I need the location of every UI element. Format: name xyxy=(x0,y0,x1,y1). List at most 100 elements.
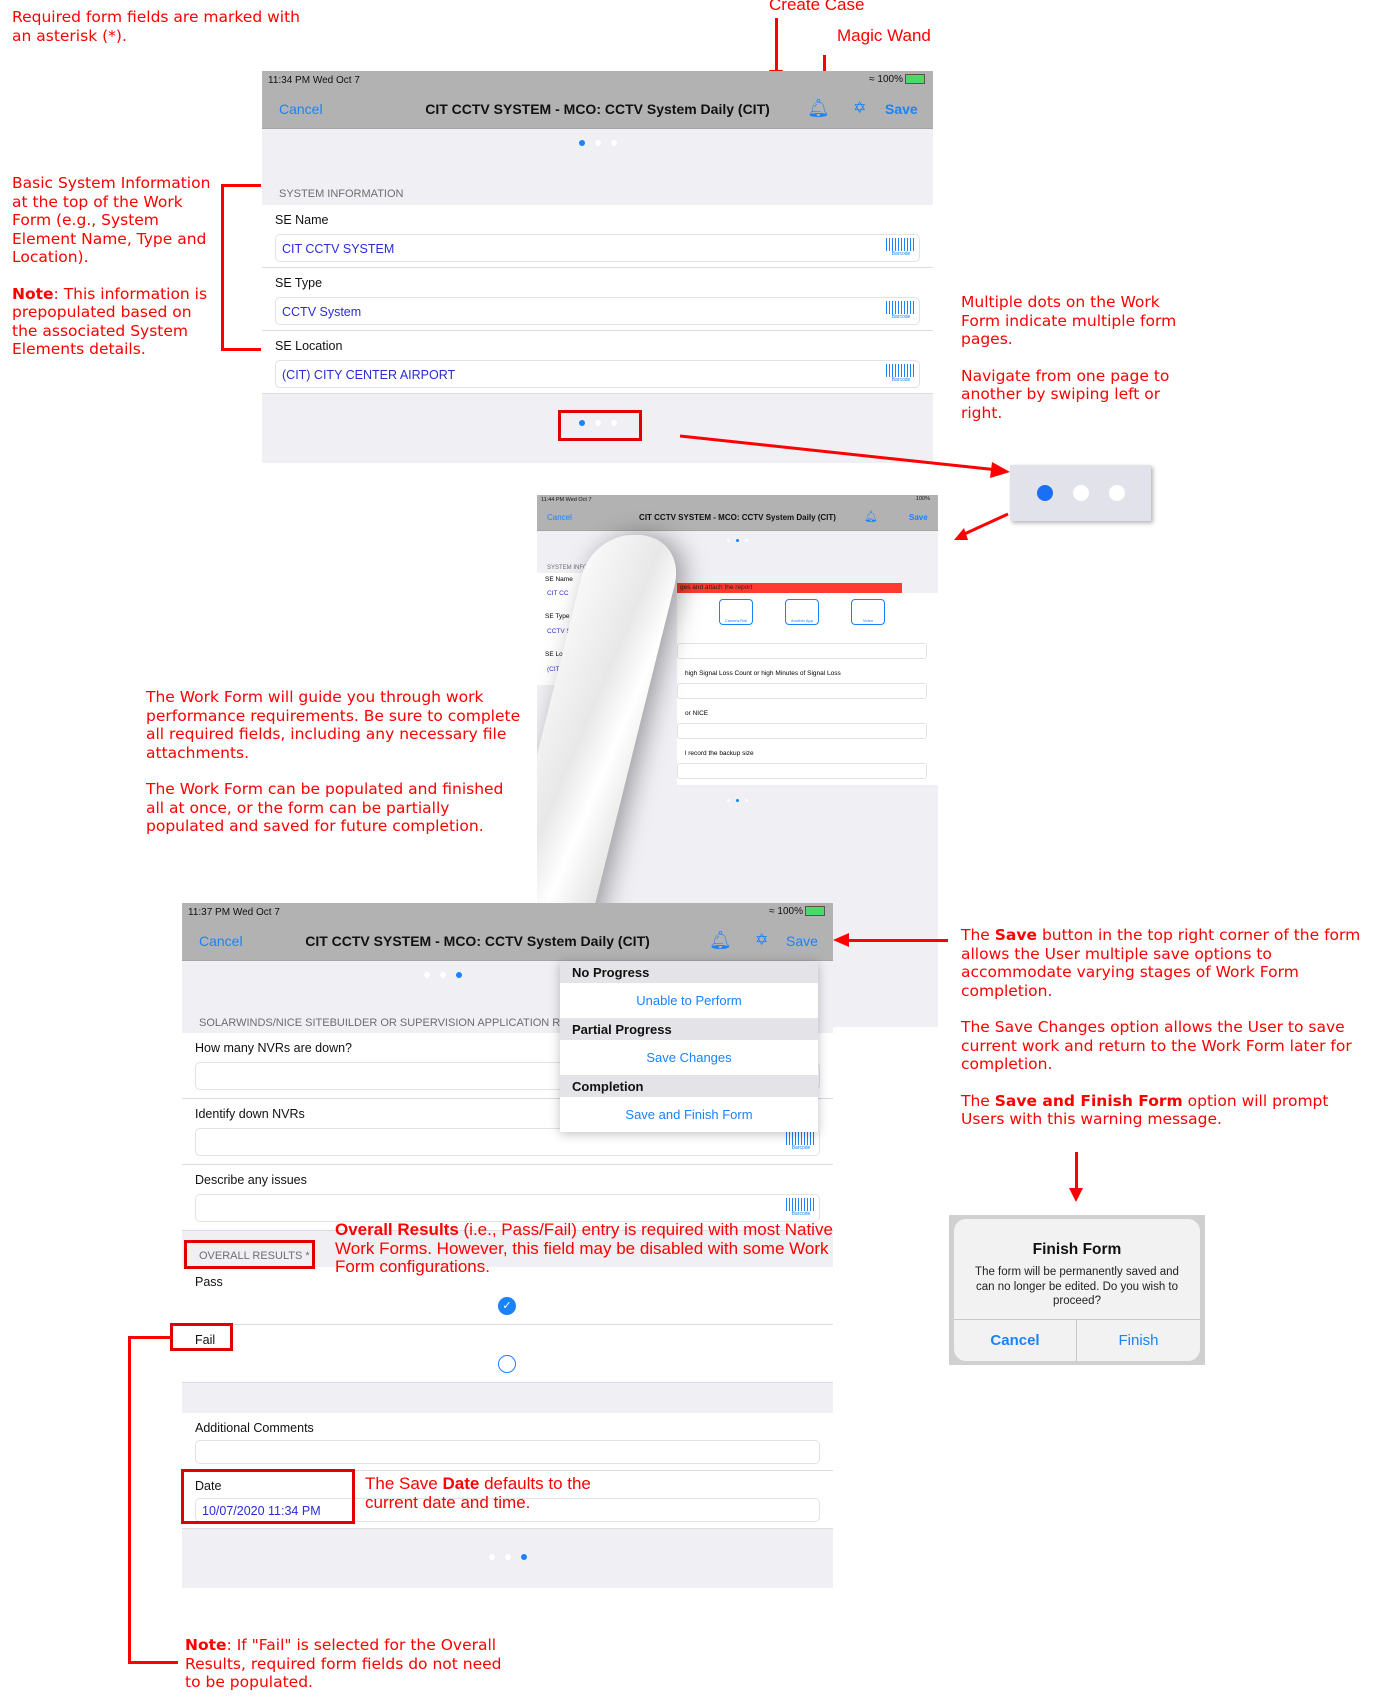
date-annotation: The Save Date defaults to the current da… xyxy=(365,1474,591,1512)
save-button[interactable]: Save xyxy=(885,101,918,117)
status-time: 11:44 PM Wed Oct 7 xyxy=(541,497,592,503)
highlight-overall-results xyxy=(184,1240,315,1269)
page-dot-1[interactable] xyxy=(727,799,730,802)
section-header: SYSTEM INFORMATION xyxy=(279,188,404,200)
page-dot-1[interactable] xyxy=(578,140,585,146)
field-label: l record the backup size xyxy=(685,750,754,757)
page-dot-2[interactable] xyxy=(594,140,601,146)
video-button[interactable]: Video xyxy=(851,599,885,625)
guide-annotation: The Work Form will guide you through wor… xyxy=(146,688,526,836)
battery-icon xyxy=(905,74,925,85)
navbar: Cancel CIT CCTV SYSTEM - MCO: CCTV Syste… xyxy=(262,89,933,129)
describe-issues-input[interactable]: Barcode xyxy=(195,1194,820,1222)
additional-comments-input[interactable] xyxy=(195,1440,820,1464)
save-changes-option[interactable]: Save Changes xyxy=(560,1040,818,1075)
input-field[interactable] xyxy=(677,763,927,779)
unable-to-perform-option[interactable]: Unable to Perform xyxy=(560,983,818,1018)
navbar: Cancel CIT CCTV SYSTEM - MCO: CCTV Syste… xyxy=(182,921,833,961)
page-indicator-bottom[interactable] xyxy=(182,1554,833,1560)
page-dot-1[interactable] xyxy=(727,539,730,542)
se-type-input[interactable]: CCTV System Barcode xyxy=(275,297,920,325)
field-label: Additional Comments xyxy=(195,1421,314,1435)
page-dot-2[interactable] xyxy=(504,1554,511,1560)
field-label: SE Name xyxy=(545,576,573,583)
save-annotation-p3: The Save and Finish Form option will pro… xyxy=(961,1091,1329,1129)
bracket-top xyxy=(221,184,261,187)
field-label: Describe any issues xyxy=(195,1173,307,1187)
page-dot-1[interactable] xyxy=(423,972,430,978)
page-indicator-top[interactable] xyxy=(537,539,938,542)
input-field[interactable] xyxy=(677,643,927,659)
page-dot-3[interactable] xyxy=(745,539,748,542)
required-fields-note: Required form fields are marked with an … xyxy=(12,8,300,45)
page-dot-1[interactable] xyxy=(488,1554,495,1560)
barcode-icon[interactable]: Barcode xyxy=(886,364,916,384)
magic-wand-icon[interactable]: ✡ xyxy=(755,930,768,950)
input-field[interactable] xyxy=(677,723,927,739)
save-button[interactable]: Save xyxy=(909,513,928,522)
dots-arrow-2 xyxy=(954,512,1009,540)
create-case-bell-icon[interactable]: 🔔︎ xyxy=(709,930,732,951)
status-bar: 11:37 PM Wed Oct 7 ≈ 100% xyxy=(182,903,833,921)
screenshot-system-information: 11:34 PM Wed Oct 7 ≈ 100% Cancel CIT CCT… xyxy=(262,71,933,463)
pass-radio-checked-icon[interactable]: ✓ xyxy=(498,1297,516,1315)
dots-annotation-p1: Multiple dots on the Work Form indicate … xyxy=(961,293,1177,348)
magnified-dot-2 xyxy=(1073,485,1089,501)
dialog-title: Finish Form xyxy=(1032,1241,1122,1258)
page-dot-2[interactable] xyxy=(439,972,446,978)
page-dot-3[interactable] xyxy=(455,972,462,978)
highlight-date xyxy=(181,1469,355,1524)
save-button[interactable]: Save xyxy=(786,933,818,949)
identify-nvrs-input[interactable]: Barcode xyxy=(195,1128,820,1156)
save-annotation-p1: The Save button in the top right corner … xyxy=(961,926,1361,1000)
fail-radio-icon[interactable] xyxy=(498,1355,516,1373)
bell-icon[interactable]: 🔔︎ xyxy=(864,510,878,523)
guide-annotation-p2: The Work Form can be populated and finis… xyxy=(146,780,504,835)
save-arrowhead xyxy=(833,933,849,947)
camera-roll-button[interactable]: Camera Roll xyxy=(719,599,753,625)
basic-info-bracket xyxy=(221,184,224,350)
create-case-bell-icon[interactable]: 🔔︎ xyxy=(807,98,830,119)
fail-connector-vertical xyxy=(128,1336,131,1663)
overall-results-annotation: Overall Results (i.e., Pass/Fail) entry … xyxy=(335,1220,833,1276)
navbar: Cancel CIT CCTV SYSTEM - MCO: CCTV Syste… xyxy=(537,505,938,531)
page-dot-3[interactable] xyxy=(745,799,748,802)
wifi-icon: ≈ xyxy=(769,906,775,917)
field-value: CIT CC xyxy=(547,590,569,597)
status-bar: 11:34 PM Wed Oct 7 ≈ 100% xyxy=(262,71,933,89)
input-field[interactable] xyxy=(677,683,927,699)
dialog-cancel-button[interactable]: Cancel xyxy=(954,1320,1077,1362)
page-dot-3[interactable] xyxy=(610,140,617,146)
page-dot-2[interactable] xyxy=(736,539,739,542)
magic-wand-icon[interactable]: ✡ xyxy=(853,98,866,118)
status-right: ≈ 100% xyxy=(769,906,825,917)
save-options-menu: No Progress Unable to Perform Partial Pr… xyxy=(560,961,818,1132)
another-app-button[interactable]: Another App xyxy=(785,599,819,625)
wifi-icon: ≈ xyxy=(869,74,875,85)
save-annotation-p2: The Save Changes option allows the User … xyxy=(961,1018,1352,1073)
basic-info-note: Note: This information is prepopulated b… xyxy=(12,284,208,359)
magnified-page-indicator xyxy=(1010,465,1151,521)
field-label: Identify down NVRs xyxy=(195,1107,305,1121)
se-name-input[interactable]: CIT CCTV SYSTEM Barcode xyxy=(275,234,920,262)
page-indicator-top[interactable] xyxy=(262,140,933,146)
form-title: CIT CCTV SYSTEM - MCO: CCTV System Daily… xyxy=(425,101,770,117)
dots-annotation: Multiple dots on the Work Form indicate … xyxy=(961,293,1181,422)
barcode-icon[interactable]: Barcode xyxy=(786,1198,816,1218)
dots-arrow xyxy=(680,434,1010,478)
fail-connector-top xyxy=(128,1336,171,1339)
dialog-card: Finish Form The form will be permanently… xyxy=(954,1219,1200,1362)
barcode-icon[interactable]: Barcode xyxy=(886,238,916,258)
dialog-finish-button[interactable]: Finish xyxy=(1077,1320,1200,1362)
magic-wand-label: Magic Wand xyxy=(837,26,931,45)
finish-form-dialog: Finish Form The form will be permanently… xyxy=(949,1215,1205,1365)
save-and-finish-option[interactable]: Save and Finish Form xyxy=(560,1097,818,1132)
field-label: high Signal Loss Count or high Minutes o… xyxy=(685,670,841,677)
barcode-icon[interactable]: Barcode xyxy=(886,301,916,321)
barcode-icon[interactable]: Barcode xyxy=(786,1132,816,1152)
page-dot-2[interactable] xyxy=(736,799,739,802)
se-location-input[interactable]: (CIT) CITY CENTER AIRPORT Barcode xyxy=(275,360,920,388)
battery-percent: 100% xyxy=(915,496,930,502)
page-dot-3[interactable] xyxy=(520,1554,527,1560)
result-fail-row[interactable]: Fail xyxy=(182,1325,833,1383)
